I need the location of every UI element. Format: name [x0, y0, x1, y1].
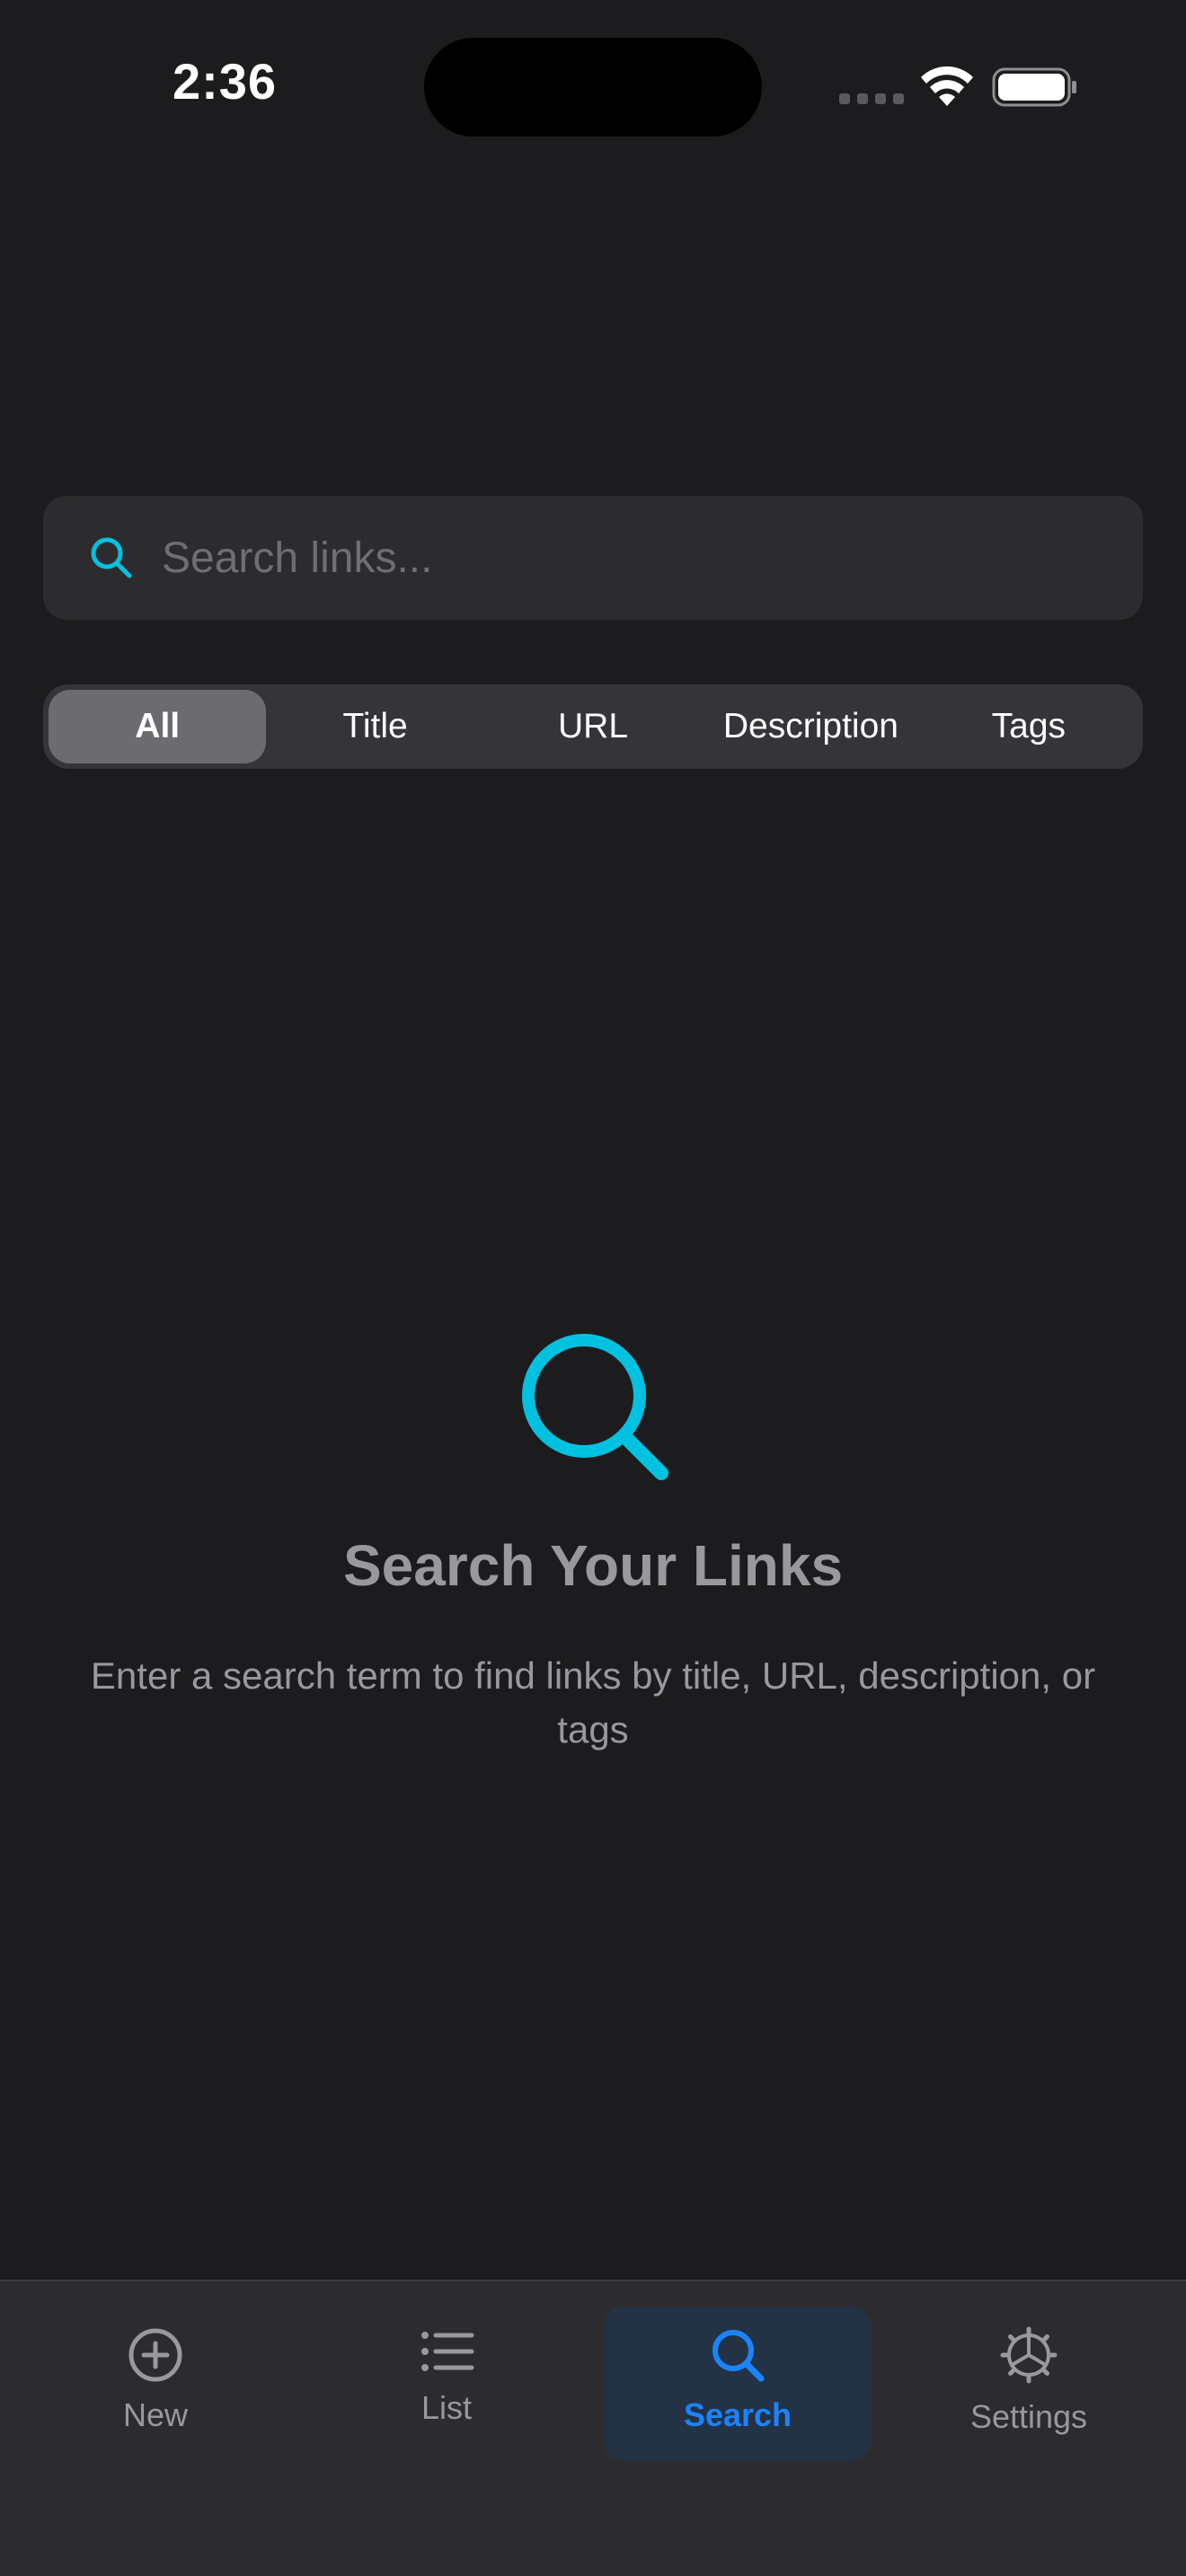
tab-list-label: List — [420, 2389, 473, 2426]
empty-state-subtitle: Enter a search term to find links by tit… — [90, 1654, 1096, 1751]
filter-description[interactable]: Description — [702, 690, 919, 763]
plus-circle-icon — [128, 2328, 182, 2382]
search-scope-picker: All Title URL Description Tags — [43, 684, 1143, 769]
filter-title[interactable]: Title — [266, 690, 483, 763]
battery-icon — [992, 67, 1076, 107]
cellular-signal-icon — [839, 93, 904, 104]
filter-all[interactable]: All — [49, 690, 267, 763]
tab-list[interactable]: List — [313, 2307, 580, 2461]
tab-search[interactable]: Search — [604, 2307, 872, 2461]
dynamic-island — [424, 38, 762, 137]
status-time: 2:36 — [172, 53, 278, 110]
search-input[interactable] — [117, 496, 1069, 620]
list-icon — [421, 2332, 474, 2371]
tab-settings-label: Settings — [969, 2398, 1088, 2435]
empty-state-title: Search Your Links — [342, 1533, 844, 1598]
gear-icon — [1000, 2326, 1058, 2384]
filter-url[interactable]: URL — [484, 690, 702, 763]
search-field[interactable] — [43, 496, 1143, 620]
tab-settings[interactable]: Settings — [895, 2307, 1163, 2461]
tab-search-label: Search — [683, 2396, 792, 2433]
filter-tags[interactable]: Tags — [920, 690, 1137, 763]
tab-new[interactable]: New — [22, 2307, 289, 2461]
tab-new-label: New — [122, 2396, 189, 2433]
magnifier-icon — [522, 1334, 668, 1480]
tab-bar: New List Search Settings — [0, 2280, 1186, 2576]
search-icon — [712, 2330, 765, 2382]
wifi-icon — [921, 66, 973, 106]
